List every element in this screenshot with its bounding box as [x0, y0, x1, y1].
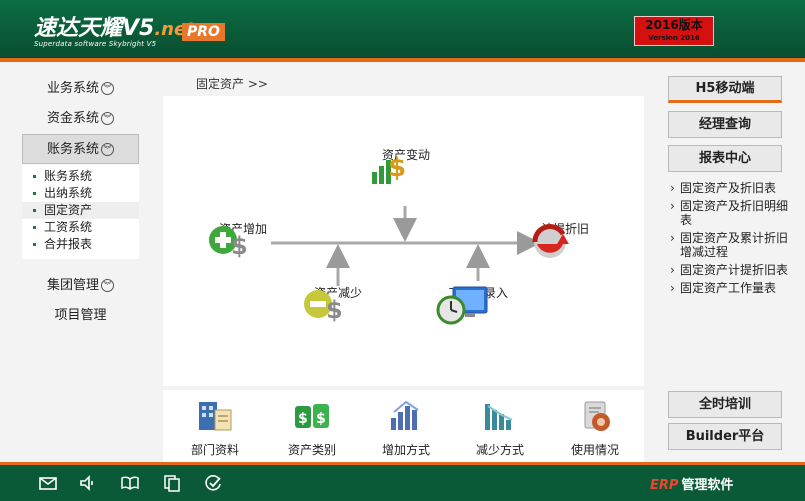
chevron-down-icon: ︾: [101, 279, 114, 292]
book-icon[interactable]: [120, 473, 140, 493]
flow-node-depreciation[interactable]: 计提折旧: [527, 220, 603, 258]
increase-method-icon: [391, 400, 419, 430]
report-link-accumulated[interactable]: 固定资产及累计折旧增减过程: [668, 231, 793, 259]
report-links: 固定资产及折旧表 固定资产及折旧明细表 固定资产及累计折旧增减过程 固定资产计提…: [668, 181, 793, 299]
tool-usage-status[interactable]: 使用情况: [560, 398, 630, 458]
tool-decrease-method[interactable]: 减少方式: [465, 398, 535, 458]
chevron-down-icon: ︾: [101, 112, 114, 125]
flow-node-asset-increase[interactable]: $ 资产增加: [205, 220, 281, 260]
report-link-depreciation[interactable]: 固定资产及折旧表: [668, 181, 793, 195]
report-link-depreciation-detail[interactable]: 固定资产及折旧明细表: [668, 199, 793, 227]
sub-item-cashier[interactable]: 出纳系统: [22, 185, 139, 202]
svg-text:$: $: [388, 153, 406, 183]
chevron-down-icon: ︾: [101, 82, 114, 95]
svg-text:$: $: [326, 296, 343, 324]
version-subtitle: Version 2016: [648, 34, 700, 42]
report-center-button[interactable]: 报表中心: [668, 145, 782, 172]
nav-item-project[interactable]: 项目管理: [22, 301, 139, 331]
nav-item-accounting[interactable]: 账务系统 ︾: [22, 134, 139, 164]
depreciation-icon: [532, 223, 569, 258]
sub-item-fixed-assets[interactable]: 固定资产: [22, 202, 139, 219]
fixed-asset-toolbar: 部门资料 $ $ 资产类别 增加方式 减少方式 使用情况: [163, 390, 644, 462]
flow-node-workload-entry[interactable]: 工作量录入: [435, 284, 521, 325]
version-title: 2016版本: [645, 18, 703, 32]
report-link-workload[interactable]: 固定资产工作量表: [668, 281, 793, 295]
workload-entry-icon: [436, 286, 488, 325]
footer-brand-text: 管理软件: [681, 478, 734, 493]
asset-decrease-icon: $: [304, 290, 343, 324]
manager-query-button[interactable]: 经理查询: [668, 111, 782, 138]
svg-text:$: $: [316, 411, 326, 427]
chevron-down-icon: ︾: [101, 143, 114, 156]
tool-label: 部门资料: [190, 443, 239, 457]
check-circle-icon[interactable]: [203, 473, 223, 493]
svg-text:$: $: [298, 411, 308, 427]
sub-item-accounting[interactable]: 账务系统: [22, 168, 139, 185]
training-button[interactable]: 全时培训: [668, 391, 782, 418]
sub-item-payroll[interactable]: 工资系统: [22, 219, 139, 236]
tool-asset-category[interactable]: $ $ 资产类别: [277, 398, 347, 458]
department-icon: [199, 402, 232, 431]
footer-erp-text: ERP: [650, 478, 679, 493]
tool-department[interactable]: 部门资料: [180, 398, 250, 458]
nav-item-label: 账务系统: [46, 142, 99, 157]
app-header: 速达天耀V5.net Superdata software Skybright …: [0, 0, 805, 58]
tool-label: 增加方式: [381, 443, 430, 457]
tool-label: 资产类别: [287, 443, 336, 457]
decrease-method-icon: [485, 404, 513, 430]
left-nav: 业务系统 ︾ 资金系统 ︾ 账务系统 ︾ 账务系统 出纳系统 固定资产 工资系统 合并…: [22, 74, 139, 331]
nav-item-group[interactable]: 集团管理 ︾: [22, 271, 139, 301]
speaker-icon[interactable]: [78, 473, 98, 493]
nav-item-label: 业务系统: [46, 81, 99, 96]
usage-status-icon: [584, 401, 610, 431]
asset-increase-icon: $: [209, 226, 248, 260]
flow-node-asset-change[interactable]: $ 资产变动: [368, 146, 444, 184]
nav-item-label: 集团管理: [46, 278, 99, 293]
report-link-provision[interactable]: 固定资产计提折旧表: [668, 263, 793, 277]
tool-label: 使用情况: [570, 443, 619, 457]
header-accent-bar: [0, 58, 805, 62]
tool-label: 减少方式: [475, 443, 524, 457]
nav-item-label: 项目管理: [54, 308, 107, 323]
tool-increase-method[interactable]: 增加方式: [371, 398, 441, 458]
mail-icon[interactable]: [38, 473, 58, 493]
nav-item-business[interactable]: 业务系统 ︾: [22, 74, 139, 104]
flow-canvas: $ 资产变动 $ 资产增加 计提折旧 $ 资产减少: [163, 96, 644, 386]
nav-item-funds[interactable]: 资金系统 ︾: [22, 104, 139, 134]
asset-change-icon: $: [372, 153, 406, 184]
nav-item-label: 资金系统: [46, 111, 99, 126]
accounting-sub-list: 账务系统 出纳系统 固定资产 工资系统 合并报表: [22, 164, 139, 259]
app-footer: ERP 管理软件: [0, 465, 805, 501]
app-logo: 速达天耀V5.net Superdata software Skybright …: [34, 10, 195, 48]
svg-text:$: $: [231, 232, 248, 260]
builder-platform-button[interactable]: Builder平台: [668, 423, 782, 450]
logo-main-text: 速达天耀V5: [34, 16, 155, 41]
pro-badge: PRO: [182, 23, 225, 41]
asset-category-icon: $ $: [295, 404, 329, 428]
version-badge: 2016版本 Version 2016: [634, 16, 714, 46]
documents-icon[interactable]: [162, 473, 182, 493]
footer-brand: ERP 管理软件: [650, 474, 733, 493]
h5-mobile-button[interactable]: H5移动端: [668, 76, 782, 103]
sub-item-consolidated-report[interactable]: 合并报表: [22, 236, 139, 253]
breadcrumb: 固定资产 >>: [196, 77, 268, 91]
flow-node-asset-decrease[interactable]: $ 资产减少: [300, 284, 376, 324]
